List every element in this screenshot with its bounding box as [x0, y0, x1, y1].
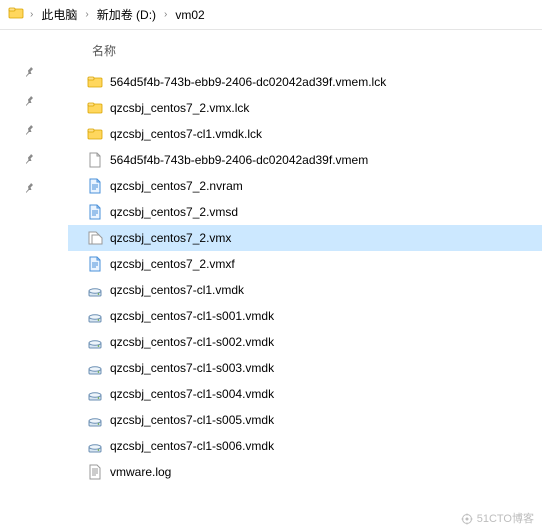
file-row[interactable]: qzcsbj_centos7-cl1-s006.vmdk — [68, 433, 542, 459]
folder-icon — [86, 125, 104, 143]
file-name: qzcsbj_centos7-cl1-s001.vmdk — [110, 309, 274, 323]
disk-icon — [86, 307, 104, 325]
file-row[interactable]: qzcsbj_centos7_2.vmxf — [68, 251, 542, 277]
file-name: qzcsbj_centos7-cl1.vmdk.lck — [110, 127, 262, 141]
file-icon — [86, 151, 104, 169]
file-name: qzcsbj_centos7-cl1-s005.vmdk — [110, 413, 274, 427]
file-name: qzcsbj_centos7_2.vmx — [110, 231, 231, 245]
file-row[interactable]: 564d5f4b-743b-ebb9-2406-dc02042ad39f.vme… — [68, 147, 542, 173]
file-row[interactable]: qzcsbj_centos7-cl1-s002.vmdk — [68, 329, 542, 355]
quick-access-sidebar — [0, 30, 60, 532]
pin-icon[interactable] — [23, 66, 37, 83]
column-header-name[interactable]: 名称 — [68, 38, 542, 69]
disk-icon — [86, 281, 104, 299]
file-name: qzcsbj_centos7-cl1-s006.vmdk — [110, 439, 274, 453]
breadcrumb-item[interactable]: 此电脑 — [37, 4, 81, 25]
file-name: 564d5f4b-743b-ebb9-2406-dc02042ad39f.vme… — [110, 75, 386, 89]
file-name: qzcsbj_centos7_2.nvram — [110, 179, 243, 193]
folder-icon — [86, 99, 104, 117]
disk-icon — [86, 437, 104, 455]
file-list: 名称 564d5f4b-743b-ebb9-2406-dc02042ad39f.… — [60, 30, 542, 532]
file-name: vmware.log — [110, 465, 171, 479]
file-row[interactable]: qzcsbj_centos7_2.vmsd — [68, 199, 542, 225]
file-row[interactable]: vmware.log — [68, 459, 542, 485]
file-name: qzcsbj_centos7-cl1-s003.vmdk — [110, 361, 274, 375]
page-icon — [86, 255, 104, 273]
file-name: qzcsbj_centos7_2.vmx.lck — [110, 101, 249, 115]
pin-icon[interactable] — [23, 95, 37, 112]
pin-icon[interactable] — [23, 153, 37, 170]
pin-icon[interactable] — [23, 182, 37, 199]
chevron-right-icon: › — [164, 9, 167, 20]
file-row[interactable]: qzcsbj_centos7-cl1.vmdk.lck — [68, 121, 542, 147]
file-row[interactable]: qzcsbj_centos7_2.vmx.lck — [68, 95, 542, 121]
breadcrumb-item[interactable]: 新加卷 (D:) — [93, 4, 160, 25]
pin-icon[interactable] — [23, 124, 37, 141]
watermark: 51CTO博客 — [461, 510, 534, 526]
folder-icon — [86, 73, 104, 91]
bug-icon — [461, 513, 473, 525]
breadcrumb-item[interactable]: vm02 — [171, 6, 208, 24]
file-name: 564d5f4b-743b-ebb9-2406-dc02042ad39f.vme… — [110, 153, 368, 167]
file-row[interactable]: 564d5f4b-743b-ebb9-2406-dc02042ad39f.vme… — [68, 69, 542, 95]
file-row[interactable]: qzcsbj_centos7-cl1-s003.vmdk — [68, 355, 542, 381]
file-row[interactable]: qzcsbj_centos7-cl1.vmdk — [68, 277, 542, 303]
file-name: qzcsbj_centos7_2.vmxf — [110, 257, 235, 271]
file-row[interactable]: qzcsbj_centos7-cl1-s005.vmdk — [68, 407, 542, 433]
file-row[interactable]: qzcsbj_centos7_2.nvram — [68, 173, 542, 199]
disk-icon — [86, 411, 104, 429]
file-name: qzcsbj_centos7-cl1-s002.vmdk — [110, 335, 274, 349]
page-icon — [86, 203, 104, 221]
file-row[interactable]: qzcsbj_centos7-cl1-s001.vmdk — [68, 303, 542, 329]
disk-icon — [86, 385, 104, 403]
disk-icon — [86, 333, 104, 351]
folder-icon — [8, 5, 24, 24]
chevron-right-icon: › — [30, 9, 33, 20]
page-icon — [86, 177, 104, 195]
disk-icon — [86, 359, 104, 377]
vmx-icon — [86, 229, 104, 247]
file-row[interactable]: qzcsbj_centos7_2.vmx — [68, 225, 542, 251]
log-icon — [86, 463, 104, 481]
file-name: qzcsbj_centos7-cl1-s004.vmdk — [110, 387, 274, 401]
file-row[interactable]: qzcsbj_centos7-cl1-s004.vmdk — [68, 381, 542, 407]
file-name: qzcsbj_centos7-cl1.vmdk — [110, 283, 244, 297]
file-name: qzcsbj_centos7_2.vmsd — [110, 205, 238, 219]
chevron-right-icon: › — [85, 9, 88, 20]
breadcrumb[interactable]: › 此电脑 › 新加卷 (D:) › vm02 — [0, 0, 542, 30]
